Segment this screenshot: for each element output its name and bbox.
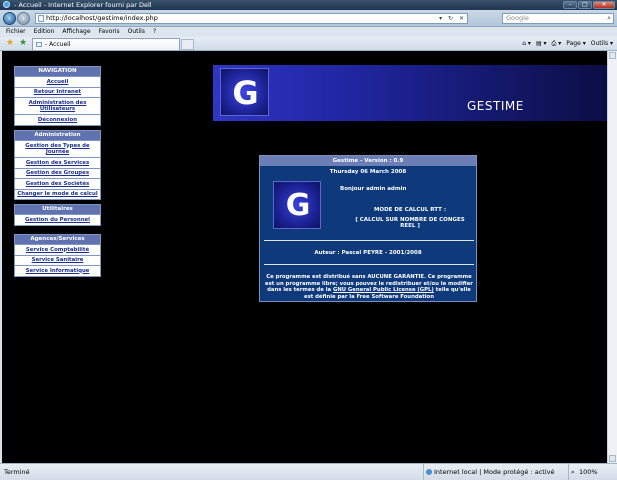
maximize-button[interactable]: □ bbox=[578, 1, 592, 9]
admin-link-mode-calcul[interactable]: Changer le mode de calcul bbox=[15, 188, 100, 199]
search-input[interactable]: Google ⌕ bbox=[502, 13, 614, 24]
zoom-level: 100% bbox=[579, 468, 598, 476]
mode-calcul-title: MODE DE CALCUL RTT : bbox=[373, 207, 447, 213]
zoom-icon: ⌕ bbox=[571, 468, 575, 476]
new-tab-button[interactable] bbox=[181, 39, 194, 50]
agences-heading: Agences/Services bbox=[15, 235, 100, 244]
agence-link-informatique[interactable]: Service Informatique bbox=[15, 265, 100, 276]
mode-calcul-value: [ CALCUL SUR NOMBRE DE CONGES REEL ] bbox=[355, 217, 465, 229]
gestime-banner: G GESTIME bbox=[213, 65, 608, 121]
gestime-logo-icon: G bbox=[273, 181, 321, 229]
page-viewport: NAVIGATION Accueil Retour Intranet Admin… bbox=[0, 51, 617, 463]
feeds-button[interactable]: ▤ ▾ bbox=[536, 38, 547, 50]
administration-heading: Administration bbox=[15, 131, 100, 140]
menu-outils[interactable]: Outils bbox=[128, 27, 145, 37]
banner-logo-letter: G bbox=[232, 74, 259, 112]
banner-title: GESTIME bbox=[467, 99, 524, 113]
favorites-star-icon[interactable]: ★ bbox=[6, 38, 14, 48]
agences-menu: Agences/Services Service Comptabilité Se… bbox=[14, 234, 101, 277]
search-placeholder: Google bbox=[506, 14, 529, 22]
tab-row: ★ ★ - Accueil ⌂ ▾ ▤ ▾ ⎙ ▾ Page ▾ Outils … bbox=[0, 37, 617, 51]
info-date: Thursday 06 March 2008 bbox=[329, 169, 407, 175]
agence-link-sanitaire[interactable]: Service Sanitaire bbox=[15, 254, 100, 265]
menu-affichage[interactable]: Affichage bbox=[62, 27, 90, 37]
tab-label: - Accueil bbox=[45, 41, 71, 48]
agence-link-comptabilite[interactable]: Service Comptabilité bbox=[15, 244, 100, 255]
status-text: Terminé bbox=[4, 468, 30, 476]
add-favorite-icon[interactable]: ★ bbox=[19, 38, 27, 48]
navigation-heading: NAVIGATION bbox=[15, 67, 100, 76]
vertical-scrollbar[interactable] bbox=[607, 51, 617, 463]
scroll-down-arrow-icon[interactable] bbox=[609, 455, 616, 462]
admin-link-societes[interactable]: Gestion des Sociétés bbox=[15, 178, 100, 189]
license-text: Ce programme est distribué sans AUCUNE G… bbox=[264, 274, 474, 300]
nav-link-deconnexion[interactable]: Déconnexion bbox=[15, 114, 100, 125]
divider bbox=[264, 240, 474, 241]
tools-menu-button[interactable]: Outils ▾ bbox=[591, 38, 613, 50]
search-icon[interactable]: ⌕ bbox=[607, 14, 611, 23]
window-titlebar: - Accueil - Internet Explorer fourni par… bbox=[0, 0, 617, 10]
print-button[interactable]: ⎙ ▾ bbox=[552, 38, 562, 50]
gestime-logo-icon: G bbox=[220, 68, 269, 116]
page-icon bbox=[38, 15, 44, 22]
greeting-text: Bonjour admin admin bbox=[340, 186, 407, 192]
administration-menu: Administration Gestion des Types de Jour… bbox=[14, 130, 101, 200]
gpl-link[interactable]: GNU General Public License (GPL) bbox=[333, 287, 434, 293]
globe-icon bbox=[426, 469, 432, 475]
command-bar: ⌂ ▾ ▤ ▾ ⎙ ▾ Page ▾ Outils ▾ bbox=[522, 38, 613, 50]
window-controls: – □ ✕ bbox=[563, 1, 615, 9]
scroll-up-arrow-icon[interactable] bbox=[609, 52, 616, 59]
info-logo-letter: G bbox=[285, 188, 311, 223]
nav-link-admin-utilisateurs[interactable]: Administration des Utilisateurs bbox=[15, 97, 100, 114]
menu-favoris[interactable]: Favoris bbox=[99, 27, 120, 37]
security-zone[interactable]: Internet local | Mode protégé : activé bbox=[423, 464, 555, 480]
page-menu-button[interactable]: Page ▾ bbox=[566, 38, 585, 50]
admin-link-types-journee[interactable]: Gestion des Types de Journée bbox=[15, 140, 100, 157]
tab-page-icon bbox=[36, 42, 42, 47]
back-button[interactable]: ‹ bbox=[3, 12, 16, 25]
status-bar: Terminé Internet local | Mode protégé : … bbox=[0, 463, 617, 480]
nav-link-accueil[interactable]: Accueil bbox=[15, 76, 100, 87]
util-link-personnel[interactable]: Gestion du Personnel bbox=[15, 214, 100, 225]
window-title: - Accueil - Internet Explorer fourni par… bbox=[14, 1, 152, 9]
tab-accueil[interactable]: - Accueil bbox=[32, 38, 180, 50]
address-bar[interactable]: http://localhost/gestime/index.php ▾ ↻ ✕ bbox=[35, 13, 468, 24]
address-url: http://localhost/gestime/index.php bbox=[46, 14, 158, 22]
admin-link-services[interactable]: Gestion des Services bbox=[15, 157, 100, 168]
address-row: ‹ › http://localhost/gestime/index.php ▾… bbox=[0, 10, 617, 27]
utilitaires-heading: Utilitaires bbox=[15, 205, 100, 214]
ie-logo-icon bbox=[3, 1, 10, 8]
minimize-button[interactable]: – bbox=[563, 1, 577, 9]
admin-link-groupes[interactable]: Gestion des Groupes bbox=[15, 167, 100, 178]
close-button[interactable]: ✕ bbox=[593, 1, 615, 9]
refresh-stop-icons[interactable]: ▾ ↻ ✕ bbox=[439, 14, 466, 23]
info-heading: Gestime - Version : 0.9 bbox=[260, 156, 476, 166]
menu-edition[interactable]: Edition bbox=[34, 27, 55, 37]
menu-help[interactable]: ? bbox=[153, 27, 156, 37]
forward-button[interactable]: › bbox=[17, 12, 30, 25]
utilitaires-menu: Utilitaires Gestion du Personnel bbox=[14, 204, 101, 226]
security-zone-text: Internet local | Mode protégé : activé bbox=[434, 468, 555, 476]
navigation-menu: NAVIGATION Accueil Retour Intranet Admin… bbox=[14, 66, 101, 126]
divider bbox=[264, 264, 474, 265]
home-button[interactable]: ⌂ ▾ bbox=[522, 38, 531, 50]
menu-bar: Fichier Edition Affichage Favoris Outils… bbox=[0, 27, 617, 37]
menu-fichier[interactable]: Fichier bbox=[6, 27, 26, 37]
info-panel: Gestime - Version : 0.9 Thursday 06 Marc… bbox=[259, 155, 477, 302]
zoom-control[interactable]: ⌕ 100% bbox=[568, 464, 598, 480]
nav-link-retour-intranet[interactable]: Retour Intranet bbox=[15, 86, 100, 97]
author-text: Auteur : Pascal PEYRE - 2001/2008 bbox=[314, 250, 422, 256]
